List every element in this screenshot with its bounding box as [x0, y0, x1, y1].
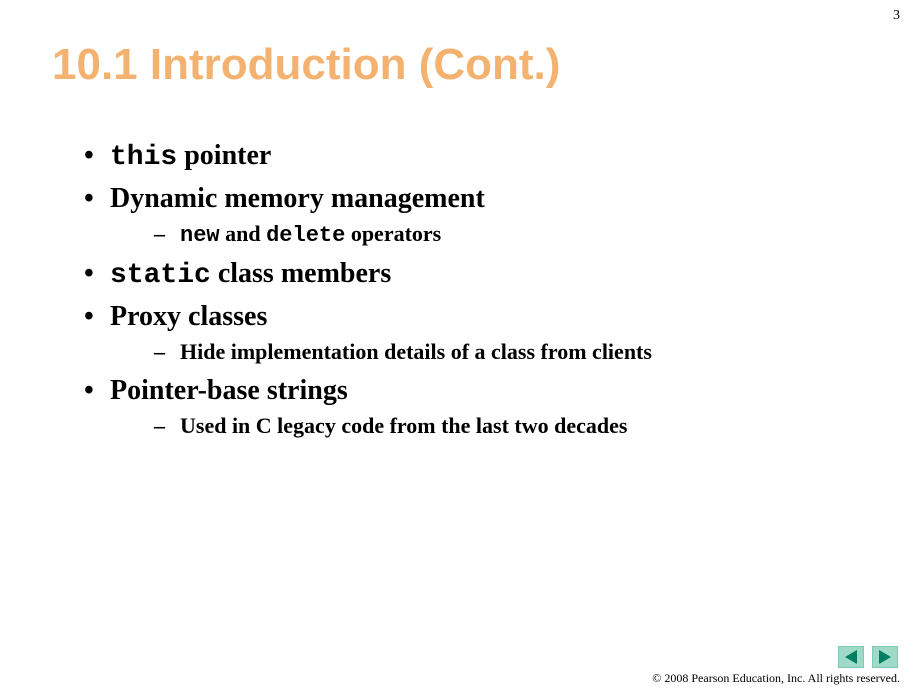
subbullet-hide-impl: Hide implementation details of a class f…	[80, 339, 860, 365]
nav-buttons	[838, 646, 898, 668]
triangle-left-icon	[845, 650, 857, 664]
copyright-text: © 2008 Pearson Education, Inc. All right…	[652, 671, 900, 686]
bullet-text: and	[220, 221, 266, 246]
code-keyword: delete	[266, 223, 345, 248]
bullet-this-pointer: this pointer	[80, 140, 860, 173]
bullet-text: class members	[211, 258, 391, 289]
prev-button[interactable]	[838, 646, 864, 668]
slide-title: 10.1 Introduction (Cont.)	[52, 40, 560, 90]
next-button[interactable]	[872, 646, 898, 668]
bullet-dynamic-memory: Dynamic memory management	[80, 183, 860, 215]
bullet-text: operators	[345, 221, 441, 246]
bullet-text: pointer	[177, 140, 271, 171]
code-keyword: new	[180, 223, 220, 248]
subbullet-c-legacy: Used in C legacy code from the last two …	[80, 413, 860, 439]
triangle-right-icon	[879, 650, 891, 664]
code-keyword: static	[110, 260, 211, 291]
slide-content: this pointer Dynamic memory management n…	[80, 130, 860, 447]
code-keyword: this	[110, 142, 177, 173]
page-number: 3	[893, 8, 900, 24]
bullet-proxy-classes: Proxy classes	[80, 301, 860, 333]
subbullet-new-delete: new and delete operators	[80, 221, 860, 248]
bullet-static-members: static class members	[80, 258, 860, 291]
bullet-pointer-strings: Pointer-base strings	[80, 375, 860, 407]
